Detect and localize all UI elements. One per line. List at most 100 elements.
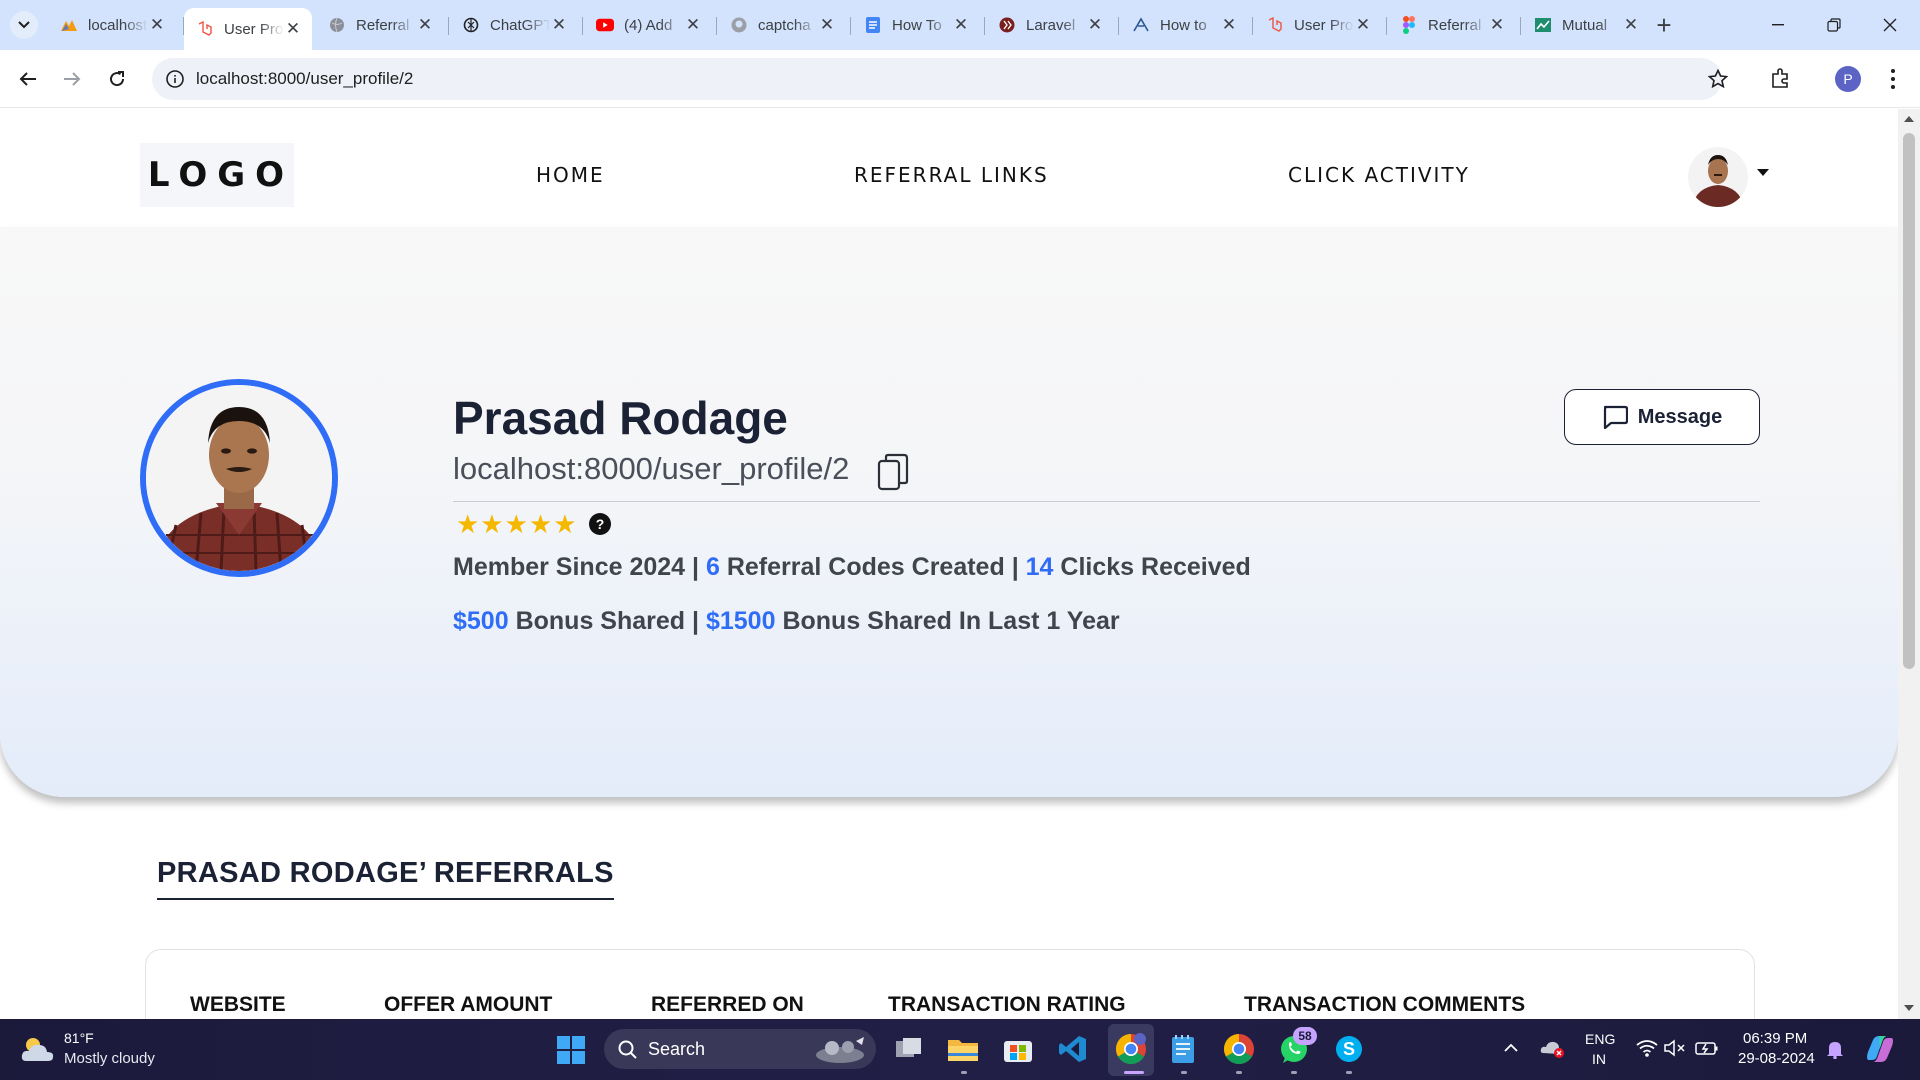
browser-tab[interactable]: ChatGPT ✕	[450, 8, 578, 42]
browser-tab[interactable]: (4) Add ✕	[584, 8, 712, 42]
file-explorer-icon[interactable]	[946, 1032, 980, 1066]
forward-button[interactable]	[56, 63, 88, 95]
column-header-referred-on[interactable]: REFERRED ON	[651, 993, 804, 1017]
clock-time[interactable]: 06:39 PM	[1743, 1030, 1807, 1047]
input-region[interactable]: IN	[1592, 1051, 1606, 1067]
docs-icon	[864, 16, 882, 34]
close-tab-icon[interactable]: ✕	[1488, 15, 1506, 34]
close-tab-icon[interactable]: ✕	[148, 15, 166, 34]
close-tab-icon[interactable]: ✕	[1354, 15, 1372, 34]
notepad-icon[interactable]	[1166, 1032, 1200, 1066]
chrome-icon[interactable]	[1114, 1032, 1148, 1066]
referrals-heading: PRASAD RODAGE’ REFERRALS	[157, 857, 614, 900]
scroll-up-arrow-icon[interactable]	[1904, 115, 1914, 122]
column-header-website[interactable]: WEBSITE	[190, 993, 286, 1017]
vscode-icon[interactable]	[1056, 1032, 1090, 1066]
reload-icon	[110, 71, 125, 87]
browser-tab[interactable]: Mutual ✕	[1522, 8, 1650, 42]
taskbar-search-box[interactable]: Search	[604, 1029, 876, 1069]
minimize-button[interactable]	[1750, 0, 1806, 50]
caret-down-icon[interactable]	[1757, 169, 1769, 176]
browser-tab[interactable]: How to ✕	[1120, 8, 1248, 42]
copy-icon[interactable]	[877, 453, 909, 491]
clock-date[interactable]: 29-08-2024	[1738, 1050, 1815, 1067]
close-tab-icon[interactable]: ✕	[1220, 15, 1238, 34]
scrollbar-thumb[interactable]	[1903, 133, 1915, 669]
user-avatar[interactable]	[1688, 147, 1748, 207]
info-icon[interactable]	[166, 70, 184, 88]
browser-tab[interactable]: How To ✕	[852, 8, 980, 42]
close-tab-icon[interactable]: ✕	[1622, 15, 1640, 34]
reload-button[interactable]	[101, 63, 133, 95]
battery-charging-icon[interactable]	[1695, 1039, 1719, 1057]
message-button[interactable]: Message	[1564, 389, 1760, 445]
close-tab-icon[interactable]: ✕	[818, 15, 836, 34]
browser-tab[interactable]: User Profile ✕	[1254, 8, 1382, 42]
close-tab-icon[interactable]: ✕	[416, 15, 434, 34]
wifi-icon[interactable]	[1636, 1039, 1658, 1057]
close-tab-icon[interactable]: ✕	[284, 19, 302, 38]
svg-text:S: S	[1343, 1039, 1355, 1059]
browser-tab-active[interactable]: User Profile ✕	[184, 8, 312, 50]
back-button[interactable]	[12, 63, 44, 95]
close-tab-icon[interactable]: ✕	[1086, 15, 1104, 34]
tab-search-dropdown[interactable]	[10, 11, 38, 39]
close-window-button[interactable]	[1862, 0, 1918, 50]
chevron-up-icon[interactable]	[1504, 1043, 1518, 1052]
skype-icon[interactable]: S	[1332, 1032, 1366, 1066]
arrow-right-icon	[64, 72, 81, 86]
tab-separator	[1386, 17, 1387, 35]
nav-referral-links-link[interactable]: REFERRAL LINKS	[854, 163, 1049, 187]
stat-separator: |	[1011, 553, 1019, 581]
nav-click-activity-link[interactable]: CLICK ACTIVITY	[1288, 163, 1470, 187]
restore-button[interactable]	[1806, 0, 1862, 50]
notification-bell-icon[interactable]	[1826, 1039, 1844, 1059]
tab-separator	[1252, 17, 1253, 35]
profile-portrait-image	[146, 385, 332, 571]
onedrive-sync-error-icon[interactable]	[1540, 1037, 1566, 1059]
close-tab-icon[interactable]: ✕	[952, 15, 970, 34]
browser-profile-avatar[interactable]: P	[1835, 66, 1861, 92]
figma-icon	[1400, 16, 1418, 34]
close-icon	[1883, 18, 1897, 32]
windows-start-icon[interactable]	[557, 1036, 585, 1064]
column-header-transaction-rating[interactable]: TRANSACTION RATING	[888, 993, 1126, 1017]
weather-temperature[interactable]: 81°F	[64, 1030, 94, 1046]
page-scrollbar[interactable]	[1898, 109, 1920, 1019]
bookmark-star-icon[interactable]	[1708, 69, 1728, 89]
scroll-down-arrow-icon[interactable]	[1904, 1005, 1914, 1012]
chatgpt-icon	[462, 16, 480, 34]
close-tab-icon[interactable]: ✕	[550, 15, 568, 34]
browser-tab[interactable]: localhost ✕	[48, 8, 176, 42]
microsoft-store-icon[interactable]	[1001, 1032, 1035, 1066]
help-icon[interactable]: ?	[589, 513, 611, 535]
address-bar[interactable]: localhost:8000/user_profile/2	[152, 58, 1728, 100]
member-since-text: Member Since 2024	[453, 553, 686, 581]
kebab-menu-icon[interactable]	[1890, 68, 1896, 90]
browser-tab[interactable]: Laravel ✕	[986, 8, 1114, 42]
browser-tab[interactable]: Referral ✕	[1388, 8, 1516, 42]
referral-codes-count: 6	[705, 553, 720, 581]
site-logo[interactable]: LOGO	[140, 143, 294, 207]
close-tab-icon[interactable]: ✕	[684, 15, 702, 34]
extensions-puzzle-icon[interactable]	[1770, 67, 1792, 89]
nav-home-link[interactable]: HOME	[536, 163, 605, 187]
profile-divider	[453, 501, 1760, 502]
partly-cloudy-icon[interactable]	[20, 1035, 56, 1063]
chrome-profile-icon[interactable]	[1222, 1032, 1256, 1066]
copilot-icon[interactable]	[1864, 1034, 1896, 1064]
weather-description[interactable]: Mostly cloudy	[64, 1050, 155, 1067]
column-header-transaction-comments[interactable]: TRANSACTION COMMENTS	[1244, 993, 1525, 1017]
column-header-offer-amount[interactable]: OFFER AMOUNT	[384, 993, 552, 1017]
new-tab-button[interactable]: +	[1651, 10, 1677, 40]
task-view-icon[interactable]	[892, 1032, 926, 1066]
speaker-muted-icon[interactable]	[1664, 1039, 1686, 1057]
chat-bubble-icon	[1603, 405, 1628, 429]
input-language[interactable]: ENG	[1585, 1031, 1615, 1047]
tab-separator	[1118, 17, 1119, 35]
browser-tab[interactable]: captcha ✕	[718, 8, 846, 42]
message-label: Message	[1637, 405, 1723, 428]
bonus-total-label: Bonus Shared	[515, 607, 686, 635]
browser-tab[interactable]: Referral ✕	[316, 8, 444, 42]
url-text[interactable]: localhost:8000/user_profile/2	[196, 69, 413, 89]
